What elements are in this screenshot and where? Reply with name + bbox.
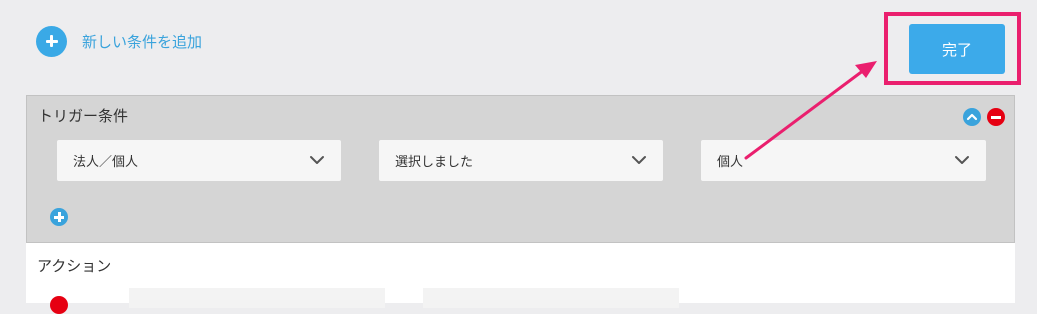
value-select-value: 個人 [717, 155, 744, 170]
add-condition-button[interactable]: 新しい条件を追加 [36, 25, 202, 57]
operator-value: 選択しました [395, 155, 474, 170]
action-panel: アクション [26, 243, 1015, 314]
add-condition-row-icon[interactable] [50, 208, 68, 226]
chevron-down-icon [955, 156, 969, 164]
value-select[interactable]: 個人 [701, 140, 986, 181]
action-title: アクション [37, 257, 112, 275]
action-field[interactable] [423, 288, 679, 308]
action-field[interactable] [129, 288, 385, 308]
trigger-conditions-panel: トリガー条件 法人／個人 選択しました 個人 [26, 95, 1015, 243]
add-condition-label: 新しい条件を追加 [82, 32, 203, 51]
plus-circle-icon [36, 25, 67, 57]
remove-circle-icon[interactable] [987, 108, 1005, 126]
done-button[interactable]: 完了 [909, 24, 1005, 74]
chevron-down-icon [632, 156, 646, 164]
condition-type-select[interactable]: 法人／個人 [57, 140, 341, 181]
operator-select[interactable]: 選択しました [379, 140, 663, 181]
collapse-chevron-up-icon[interactable] [963, 108, 981, 126]
condition-type-value: 法人／個人 [73, 155, 139, 170]
chevron-down-icon [310, 156, 324, 164]
remove-circle-icon[interactable] [50, 296, 68, 314]
trigger-conditions-title: トリガー条件 [38, 107, 129, 125]
